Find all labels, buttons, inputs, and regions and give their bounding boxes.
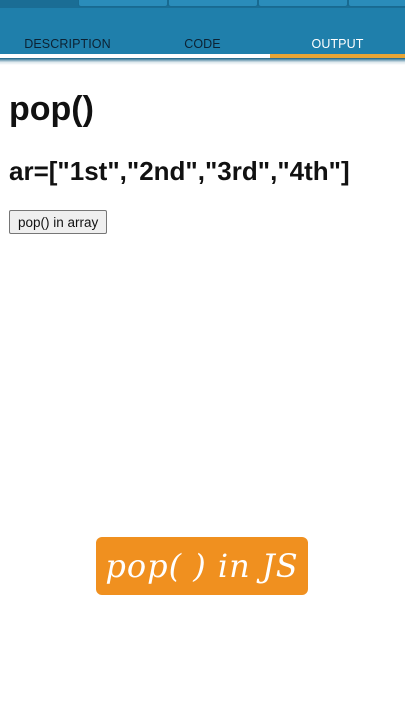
pop-button[interactable]: pop() in array — [9, 210, 108, 234]
top-toolbar-strip — [0, 0, 405, 8]
pop-in-js-badge: pop( ) in JS — [96, 537, 308, 595]
array-display: ar=["1st","2nd","3rd","4th"] — [9, 156, 350, 186]
header-shadow — [0, 58, 405, 65]
toolbar-segment[interactable] — [348, 0, 405, 7]
output-panel: pop() ar=["1st","2nd","3rd","4th"] pop()… — [9, 90, 350, 234]
page-title: pop() — [9, 90, 94, 128]
toolbar-segment[interactable] — [78, 0, 168, 7]
app-header: DESCRIPTION CODE OUTPUT — [0, 0, 405, 58]
toolbar-segment[interactable] — [258, 0, 348, 7]
toolbar-segment[interactable] — [168, 0, 258, 7]
